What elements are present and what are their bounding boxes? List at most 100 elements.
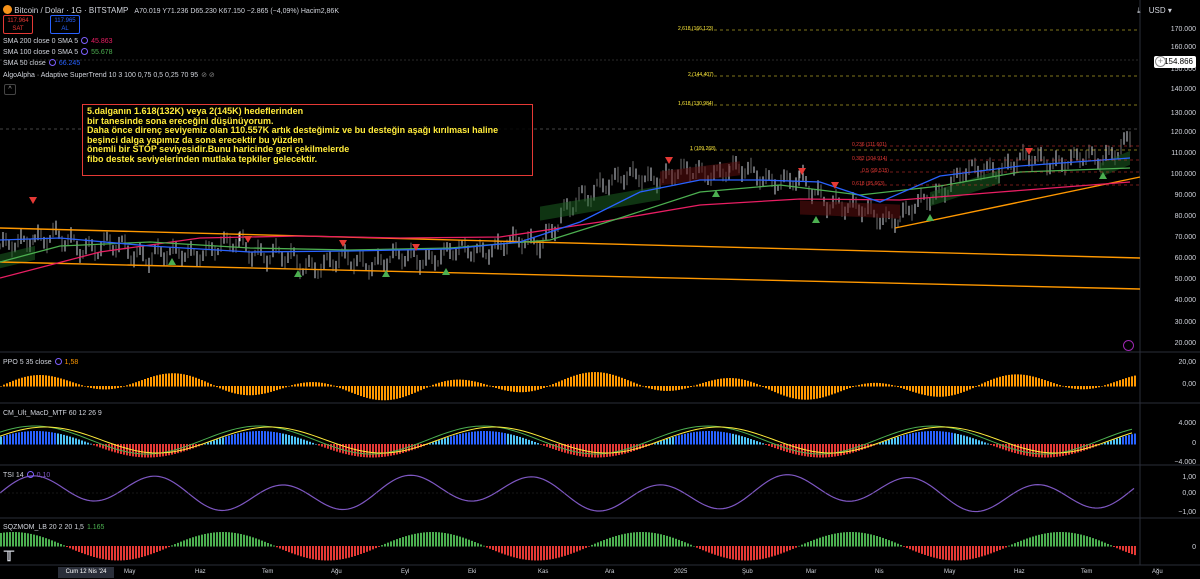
indicator-settings-icon[interactable] bbox=[1123, 340, 1134, 351]
sqzmom-bar bbox=[1026, 538, 1028, 547]
sqzmom-bar bbox=[837, 533, 839, 547]
sqzmom-bar bbox=[291, 546, 293, 554]
ppo-bar bbox=[444, 381, 446, 387]
ppo-bar bbox=[393, 386, 395, 400]
ppo-bar bbox=[1071, 386, 1073, 389]
macd-bar bbox=[303, 439, 305, 445]
ppo-bar bbox=[906, 386, 908, 390]
ppo-bar bbox=[171, 373, 173, 387]
eye-icon[interactable] bbox=[81, 48, 89, 55]
macd-bar bbox=[963, 435, 965, 445]
ppo-bar bbox=[879, 383, 881, 387]
ppo-bar bbox=[459, 379, 461, 387]
ppo-bar bbox=[642, 385, 644, 387]
sqzmom-bar bbox=[108, 546, 110, 560]
ppo-bar bbox=[825, 386, 827, 397]
eye-icon[interactable] bbox=[48, 59, 56, 66]
eye-icon[interactable] bbox=[81, 37, 89, 44]
chart-canvas[interactable] bbox=[0, 0, 1200, 579]
ppo-bar bbox=[93, 386, 95, 389]
sqzmom-bar bbox=[0, 532, 2, 547]
pane-tick: −4.000 bbox=[1174, 459, 1196, 466]
pane-legend-macd[interactable]: CM_Ult_MacD_MTF 60 12 26 9 bbox=[3, 409, 105, 419]
sqzmom-bar bbox=[819, 537, 821, 547]
macd-bar bbox=[39, 431, 41, 445]
ppo-bar bbox=[675, 386, 677, 391]
macd-bar bbox=[711, 431, 713, 445]
analysis-note[interactable]: 5.dalganın 1.618(132K) veya 2(145K) hede… bbox=[82, 104, 533, 176]
macd-bar bbox=[759, 442, 761, 445]
ppo-bar bbox=[687, 386, 689, 388]
fib-label: 0,618 (95.663) bbox=[852, 181, 885, 187]
sqzmom-bar bbox=[132, 546, 134, 560]
symbol-title[interactable]: Bitcoin / Dolar · 1G · BITSTAMP bbox=[14, 6, 128, 15]
ppo-bar bbox=[873, 382, 875, 387]
pane-legend-tsi[interactable]: TSI 14 0,10 bbox=[3, 471, 50, 481]
sqzmom-bar bbox=[630, 532, 632, 547]
ppo-bar bbox=[957, 386, 959, 394]
sqzmom-bar bbox=[1032, 536, 1034, 547]
ppo-bar bbox=[111, 386, 113, 390]
macd-bar bbox=[975, 439, 977, 445]
sqzmom-bar bbox=[381, 545, 383, 547]
ppo-bar bbox=[1101, 386, 1103, 387]
sqzmom-bar bbox=[906, 546, 908, 548]
buy-button[interactable]: 117.965 AL bbox=[50, 15, 80, 34]
price-tick: 70.000 bbox=[1174, 234, 1196, 241]
time-tick: Şub bbox=[742, 569, 753, 575]
ppo-bar bbox=[918, 386, 920, 394]
macd-bar bbox=[933, 431, 935, 445]
sqzmom-bar bbox=[726, 546, 728, 559]
ppo-bar bbox=[795, 386, 797, 399]
macd-bar bbox=[1050, 444, 1052, 458]
macd-bar bbox=[51, 432, 53, 445]
ppo-bar bbox=[972, 386, 974, 389]
ppo-bar bbox=[717, 379, 719, 387]
ppo-bar bbox=[567, 377, 569, 387]
sqzmom-bar bbox=[885, 538, 887, 547]
macd-bar bbox=[510, 434, 512, 445]
ppo-bar bbox=[624, 378, 626, 387]
eye-icon[interactable] bbox=[26, 471, 34, 478]
ppo-bar bbox=[831, 386, 833, 395]
pane-legend-ppo[interactable]: PPO 5 35 close 1,58 bbox=[3, 358, 78, 368]
sqzmom-bar bbox=[243, 534, 245, 547]
macd-bar bbox=[891, 438, 893, 445]
ppo-bar bbox=[423, 386, 425, 389]
ppo-bar bbox=[834, 386, 836, 394]
collapse-legend-icon[interactable]: ^ bbox=[4, 84, 16, 95]
macd-bar bbox=[600, 444, 602, 458]
sqzmom-bar bbox=[432, 532, 434, 547]
ppo-bar bbox=[1014, 374, 1016, 387]
pane-legend-sqzmom[interactable]: SQZMOM_LB 20 2 20 1,5 1.165 bbox=[3, 523, 104, 533]
eye-icon[interactable] bbox=[54, 358, 62, 365]
ppo-bar bbox=[1035, 377, 1037, 387]
legend-supertrend[interactable]: AlgoAlpha · Adaptive SuperTrend 10 3 100… bbox=[3, 71, 215, 81]
currency-selector[interactable]: USD ▾ bbox=[1149, 6, 1172, 15]
ppo-bar bbox=[24, 376, 26, 387]
channel-lower-line bbox=[0, 261, 1141, 290]
macd-bar bbox=[834, 444, 836, 457]
ppo-bar bbox=[243, 386, 245, 395]
macd-bar bbox=[531, 440, 533, 445]
legend-sma100[interactable]: SMA 100 close 0 SMA 5 55.678 bbox=[3, 48, 113, 58]
ppo-bar bbox=[876, 382, 878, 387]
bitcoin-logo-icon bbox=[3, 5, 12, 14]
macd-bar bbox=[675, 436, 677, 445]
arrow-down-icon[interactable]: ⤓ bbox=[1137, 6, 1141, 15]
macd-bar bbox=[801, 444, 803, 456]
legend-sma50[interactable]: SMA 50 close 66.245 bbox=[3, 59, 80, 69]
add-alert-icon[interactable]: + bbox=[1155, 56, 1166, 67]
sqzmom-bar bbox=[426, 532, 428, 547]
sqzmom-bar bbox=[711, 546, 713, 554]
ppo-bar bbox=[480, 383, 482, 387]
ppo-bar bbox=[540, 386, 542, 389]
sqzmom-bar bbox=[372, 546, 374, 550]
ppo-bar bbox=[1110, 383, 1112, 387]
ppo-bar bbox=[471, 380, 473, 387]
sqzmom-bar bbox=[957, 546, 959, 561]
ppo-bar bbox=[630, 381, 632, 387]
legend-sma200[interactable]: SMA 200 close 0 SMA 5 45.863 bbox=[3, 37, 113, 47]
sell-button[interactable]: 117.964 SAT bbox=[3, 15, 33, 34]
sqzmom-bar bbox=[90, 546, 92, 557]
